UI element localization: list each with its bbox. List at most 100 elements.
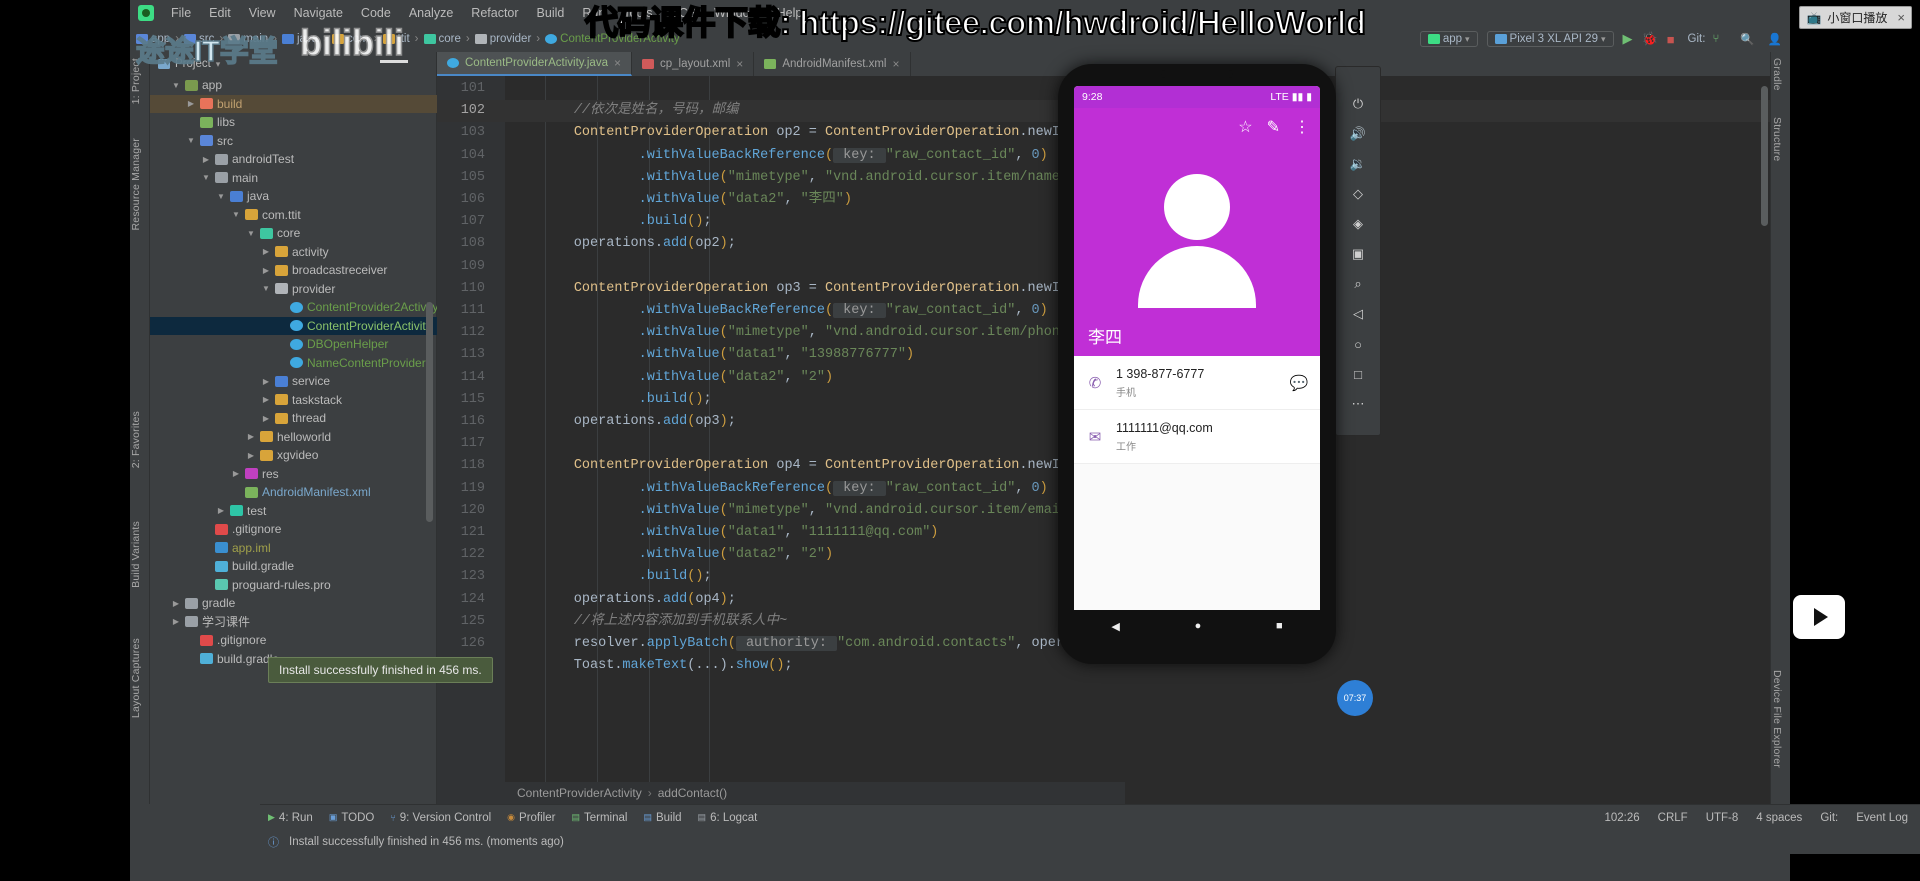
- menu-view[interactable]: View: [240, 3, 285, 23]
- sidebar-item-resource-manager[interactable]: Resource Manager: [130, 132, 142, 237]
- editor-breadcrumb-method[interactable]: addContact(): [658, 786, 727, 800]
- tree-node[interactable]: ▶ taskstack: [150, 391, 437, 410]
- run-configuration-selector[interactable]: app ▾: [1419, 31, 1478, 47]
- sidebar-item-device-file-explorer[interactable]: Device File Explorer: [1771, 664, 1783, 774]
- stop-button[interactable]: ■: [1667, 32, 1675, 47]
- chevron-down-icon[interactable]: ▼: [171, 81, 181, 90]
- tree-node[interactable]: ▶ xgvideo: [150, 446, 437, 465]
- file-encoding[interactable]: UTF-8: [1706, 812, 1739, 824]
- chevron-right-icon[interactable]: ▶: [171, 599, 181, 608]
- sidebar-item-build-variants[interactable]: Build Variants: [130, 515, 142, 594]
- run-button[interactable]: ▶: [1623, 31, 1633, 47]
- menu-edit[interactable]: Edit: [200, 3, 240, 23]
- editor-breadcrumb[interactable]: ContentProviderActivity › addContact(): [505, 782, 1125, 804]
- tree-node[interactable]: ▶ 学习课件: [150, 613, 437, 632]
- tab-androidmanifest-xml[interactable]: AndroidManifest.xml ×: [754, 52, 911, 76]
- tree-node[interactable]: ContentProvider2Activity: [150, 298, 437, 317]
- indent-setting[interactable]: 4 spaces: [1756, 812, 1802, 824]
- edit-icon[interactable]: ✎: [1267, 117, 1280, 137]
- chevron-down-icon[interactable]: ▼: [261, 284, 271, 293]
- bottom-item-build[interactable]: ▤ Build: [643, 812, 681, 824]
- contact-row-phone[interactable]: ✆ 1 398-877-6777 手机 💬: [1074, 356, 1320, 410]
- tree-node[interactable]: ContentProviderActivity: [150, 316, 437, 335]
- overflow-menu-icon[interactable]: ⋮: [1294, 117, 1310, 137]
- search-everywhere-icon[interactable]: 🔍: [1740, 32, 1754, 46]
- home-circle-icon[interactable]: ●: [1195, 620, 1202, 632]
- tree-node[interactable]: ▼ java: [150, 187, 437, 206]
- volume-down-icon[interactable]: 🔉: [1345, 153, 1371, 175]
- chevron-right-icon[interactable]: ▶: [261, 247, 271, 256]
- home-icon[interactable]: ○: [1345, 333, 1371, 355]
- tree-node[interactable]: proguard-rules.pro: [150, 576, 437, 595]
- rotate-left-icon[interactable]: ◇: [1345, 183, 1371, 205]
- tree-node[interactable]: ▼ src: [150, 132, 437, 151]
- tree-node[interactable]: ▶ service: [150, 372, 437, 391]
- contact-row-email[interactable]: ✉ 1111111@qq.com 工作: [1074, 410, 1320, 464]
- back-icon[interactable]: ◁: [1345, 303, 1371, 325]
- chevron-down-icon[interactable]: ▼: [246, 229, 256, 238]
- chevron-right-icon[interactable]: ▶: [261, 395, 271, 404]
- bottom-item-run[interactable]: ▶ 4: Run: [268, 812, 313, 824]
- tree-node[interactable]: ▶ res: [150, 465, 437, 484]
- chevron-down-icon[interactable]: ▼: [216, 192, 226, 201]
- bottom-item-profiler[interactable]: ◉ Profiler: [507, 812, 555, 824]
- chevron-right-icon[interactable]: ▶: [231, 469, 241, 478]
- chevron-down-icon[interactable]: ▼: [186, 136, 196, 145]
- rotate-right-icon[interactable]: ◈: [1345, 213, 1371, 235]
- chevron-right-icon[interactable]: ▶: [261, 414, 271, 423]
- device-selector[interactable]: Pixel 3 XL API 29 ▾: [1486, 31, 1614, 47]
- tree-node[interactable]: DBOpenHelper: [150, 335, 437, 354]
- play-badge-icon[interactable]: [1793, 595, 1845, 639]
- more-icon[interactable]: ⋯: [1345, 393, 1371, 415]
- caret-position[interactable]: 102:26: [1604, 812, 1639, 824]
- menu-analyze[interactable]: Analyze: [400, 3, 462, 23]
- tree-node[interactable]: ▶ thread: [150, 409, 437, 428]
- menu-navigate[interactable]: Navigate: [285, 3, 352, 23]
- close-icon[interactable]: ×: [1893, 10, 1905, 25]
- chevron-right-icon[interactable]: ▶: [201, 155, 211, 164]
- chevron-right-icon[interactable]: ▶: [171, 617, 181, 626]
- tree-node[interactable]: ▼ core: [150, 224, 437, 243]
- tree-node[interactable]: ▶ broadcastreceiver: [150, 261, 437, 280]
- breadcrumb-provider[interactable]: provider: [490, 33, 532, 45]
- volume-up-icon[interactable]: 🔊: [1345, 123, 1371, 145]
- project-tree[interactable]: ▼ app ▶ build libs ▼ src ▶ androidTest ▼ main ▼ java…: [150, 76, 437, 804]
- tree-node[interactable]: ▶ gradle: [150, 594, 437, 613]
- chevron-right-icon[interactable]: ▶: [186, 99, 196, 108]
- tree-node[interactable]: ▼ main: [150, 169, 437, 188]
- bottom-item-terminal[interactable]: ▤ Terminal: [571, 812, 627, 824]
- close-icon[interactable]: ×: [736, 57, 743, 71]
- event-log-button[interactable]: Event Log: [1856, 812, 1908, 824]
- project-scrollbar[interactable]: [426, 302, 433, 522]
- chevron-right-icon[interactable]: ▶: [246, 451, 256, 460]
- chevron-right-icon[interactable]: ▶: [261, 377, 271, 386]
- back-triangle-icon[interactable]: ◀: [1111, 620, 1119, 633]
- screenshot-camera-icon[interactable]: ▣: [1345, 243, 1371, 265]
- sidebar-item-favorites[interactable]: 2: Favorites: [130, 405, 142, 474]
- menu-file[interactable]: File: [162, 3, 200, 23]
- tree-node[interactable]: app.iml: [150, 539, 437, 558]
- menu-refactor[interactable]: Refactor: [462, 3, 527, 23]
- sidebar-item-layout-captures[interactable]: Layout Captures: [130, 632, 142, 724]
- bottom-item-todo[interactable]: ▣ TODO: [329, 812, 375, 824]
- tree-node[interactable]: ▶ activity: [150, 243, 437, 262]
- editor-breadcrumb-class[interactable]: ContentProviderActivity: [517, 786, 642, 800]
- star-icon[interactable]: ☆: [1238, 117, 1252, 137]
- line-separator[interactable]: CRLF: [1658, 812, 1688, 824]
- chevron-down-icon[interactable]: ▼: [201, 173, 211, 182]
- tree-node[interactable]: NameContentProvider: [150, 354, 437, 373]
- git-status[interactable]: Git:: [1820, 812, 1838, 824]
- breadcrumb-core[interactable]: core: [439, 33, 461, 45]
- pip-playback-button[interactable]: 📺 小窗口播放 ×: [1799, 6, 1912, 29]
- close-icon[interactable]: ×: [893, 57, 900, 71]
- tree-node[interactable]: ▶ build: [150, 94, 437, 113]
- tree-node[interactable]: build.gradle: [150, 557, 437, 576]
- git-branch-icon[interactable]: ⑂: [1712, 33, 1719, 45]
- menu-build[interactable]: Build: [528, 3, 574, 23]
- tab-cp-layout-xml[interactable]: cp_layout.xml ×: [632, 52, 755, 76]
- avatar[interactable]: 👤: [1768, 32, 1782, 46]
- tree-node[interactable]: libs: [150, 113, 437, 132]
- tree-node[interactable]: ▶ helloworld: [150, 428, 437, 447]
- tree-node[interactable]: ▶ androidTest: [150, 150, 437, 169]
- tree-node[interactable]: ▶ test: [150, 502, 437, 521]
